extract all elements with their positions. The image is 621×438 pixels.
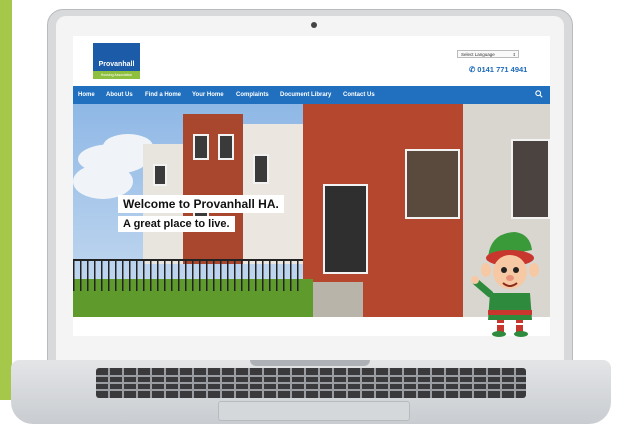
brand-green-strip bbox=[0, 0, 12, 400]
phone-link[interactable]: ✆ 0141 771 4941 bbox=[469, 65, 527, 74]
keyboard-row-divider bbox=[96, 382, 526, 384]
nav-item-document-library[interactable]: Document Library bbox=[280, 86, 331, 104]
camera-icon bbox=[311, 22, 317, 28]
main-nav: Home About Us Find a Home Your Home Comp… bbox=[73, 86, 550, 104]
search-icon[interactable] bbox=[535, 90, 543, 98]
window bbox=[153, 164, 167, 186]
language-select[interactable]: Select Language ⇕ bbox=[457, 50, 519, 58]
nav-item-find-a-home[interactable]: Find a Home bbox=[145, 86, 181, 104]
language-select-label: Select Language bbox=[461, 52, 495, 57]
logo-name: Provanhall bbox=[98, 61, 135, 68]
logo-tagline: Housing Association bbox=[93, 71, 140, 79]
nav-item-your-home[interactable]: Your Home bbox=[192, 86, 224, 104]
nav-item-contact-us[interactable]: Contact Us bbox=[343, 86, 375, 104]
keyboard-row-divider bbox=[96, 375, 526, 377]
site-logo[interactable]: Provanhall Housing Association bbox=[93, 43, 140, 79]
window bbox=[193, 134, 209, 160]
elf-mascot-icon bbox=[471, 232, 539, 337]
hero-subheadline: A great place to live. bbox=[118, 216, 235, 232]
doorway bbox=[323, 184, 368, 274]
window-large bbox=[511, 139, 550, 219]
phone-number: 0141 771 4941 bbox=[477, 65, 528, 74]
hero-headline: Welcome to Provanhall HA. bbox=[118, 195, 284, 213]
laptop-hinge bbox=[250, 360, 370, 366]
nav-item-complaints[interactable]: Complaints bbox=[236, 86, 269, 104]
laptop-trackpad bbox=[218, 401, 410, 421]
nav-item-home[interactable]: Home bbox=[78, 86, 95, 104]
building-brick-section bbox=[183, 114, 243, 264]
phone-icon: ✆ bbox=[469, 65, 476, 74]
cloud bbox=[73, 164, 133, 199]
window bbox=[218, 134, 234, 160]
keyboard-row-divider bbox=[96, 389, 526, 391]
window bbox=[253, 154, 269, 184]
nav-item-about-us[interactable]: About Us bbox=[106, 86, 133, 104]
window-large bbox=[405, 149, 460, 219]
hero-fence bbox=[73, 259, 303, 291]
building-render-section bbox=[243, 124, 303, 264]
select-arrow-icon: ⇕ bbox=[512, 52, 516, 57]
site-header: Provanhall Housing Association Select La… bbox=[73, 36, 550, 86]
